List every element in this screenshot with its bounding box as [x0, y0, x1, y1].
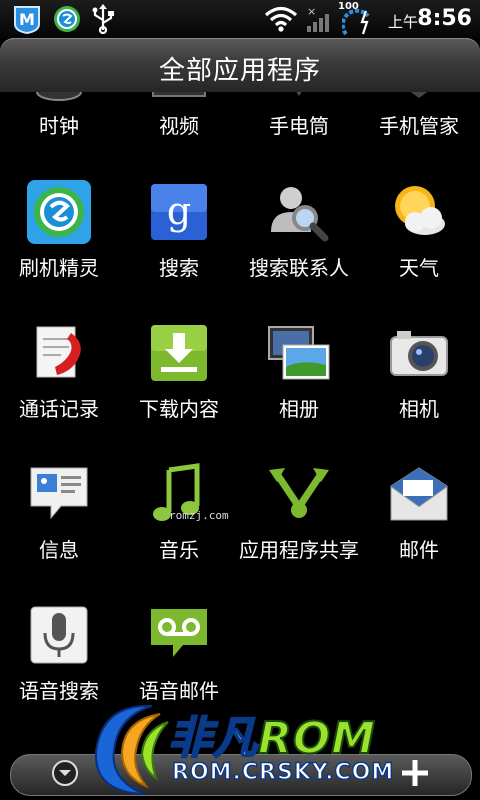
app-label: 通话记录: [19, 397, 99, 421]
logo-title: 非凡ROM: [167, 702, 377, 766]
m-app-icon: M: [14, 6, 40, 34]
flash-wizard-icon: [27, 180, 91, 244]
svg-text:g: g: [167, 189, 191, 233]
mail-icon: [390, 467, 448, 521]
app-label: 信息: [39, 538, 79, 562]
app-grid[interactable]: 时钟 视频 手电筒 手机管家 刷机精灵 g 搜索 搜索联系人 天气 通话记录 下…: [0, 92, 480, 712]
gallery-icon: [268, 326, 330, 380]
watermark-text: romzj.com: [169, 509, 229, 522]
signal-icon: ×: [307, 5, 329, 32]
phone-manager-icon: [410, 92, 428, 98]
search-contacts-icon: [271, 187, 329, 242]
wifi-icon: [264, 6, 298, 32]
security-notify-icon: [54, 6, 80, 32]
app-label: 刷机精灵: [19, 256, 99, 280]
usb-icon: [92, 4, 114, 34]
app-item-clock[interactable]: 时钟: [0, 92, 118, 178]
app-item-music[interactable]: 音乐: [120, 462, 238, 602]
app-item-app-share[interactable]: 应用程序共享: [239, 462, 359, 602]
logo-cn-text: 非凡: [167, 712, 258, 765]
clock-icon: [36, 92, 82, 101]
app-share-icon: [269, 468, 329, 518]
flashlight-icon: [296, 92, 302, 96]
camera-icon: [390, 331, 448, 376]
app-label: 邮件: [399, 538, 439, 562]
site-logo: 非凡ROM ROM.CRSKY.COM: [86, 696, 406, 800]
call-log-icon: [36, 326, 81, 378]
downloads-icon: [151, 325, 207, 381]
app-item-flash-wizard[interactable]: 刷机精灵: [0, 180, 118, 320]
app-label: 时钟: [39, 114, 79, 138]
app-label: 相机: [399, 397, 439, 421]
title-bar: 全部应用程序: [0, 38, 480, 92]
voice-search-icon: [30, 606, 88, 664]
status-bar: M × 100 上午 8:56: [0, 0, 480, 38]
page-title: 全部应用程序: [158, 56, 321, 86]
app-label: 下载内容: [139, 397, 219, 421]
am-pm-label: 上午: [387, 13, 418, 31]
app-item-gallery[interactable]: 相册: [240, 321, 358, 461]
app-item-mail[interactable]: 邮件: [360, 462, 478, 602]
app-label: 应用程序共享: [239, 538, 359, 562]
clock-time: 8:56: [417, 6, 472, 31]
video-icon: [152, 92, 206, 97]
app-item-flashlight[interactable]: 手电筒: [240, 92, 358, 178]
app-label: 音乐: [159, 538, 199, 562]
app-label: 手机管家: [379, 114, 459, 138]
app-label: 搜索: [159, 256, 199, 280]
voicemail-icon: [151, 609, 207, 657]
app-label: 搜索联系人: [249, 256, 349, 280]
svg-text:×: ×: [307, 5, 316, 18]
svg-text:M: M: [19, 10, 35, 29]
messages-icon: [30, 467, 88, 520]
app-item-search-contacts[interactable]: 搜索联系人: [240, 180, 358, 320]
app-label: 视频: [159, 114, 199, 138]
app-item-call-log[interactable]: 通话记录: [0, 321, 118, 461]
app-label: 手电筒: [269, 114, 329, 138]
logo-url: ROM.CRSKY.COM: [171, 759, 395, 785]
collapse-chevron-icon[interactable]: [50, 758, 80, 788]
app-item-messages[interactable]: 信息: [0, 462, 118, 602]
app-label: 相册: [279, 397, 319, 421]
weather-icon: [395, 186, 445, 235]
logo-rom-text: ROM: [257, 712, 377, 765]
app-item-search[interactable]: g 搜索: [120, 180, 238, 320]
app-item-weather[interactable]: 天气: [360, 180, 478, 320]
app-item-phone-manager[interactable]: 手机管家: [360, 92, 478, 178]
google-search-icon: g: [151, 184, 207, 240]
battery-charging-icon: [342, 8, 370, 36]
app-label: 天气: [399, 256, 439, 280]
app-item-video[interactable]: 视频: [120, 92, 238, 178]
app-item-downloads[interactable]: 下载内容: [120, 321, 238, 461]
app-item-camera[interactable]: 相机: [360, 321, 478, 461]
